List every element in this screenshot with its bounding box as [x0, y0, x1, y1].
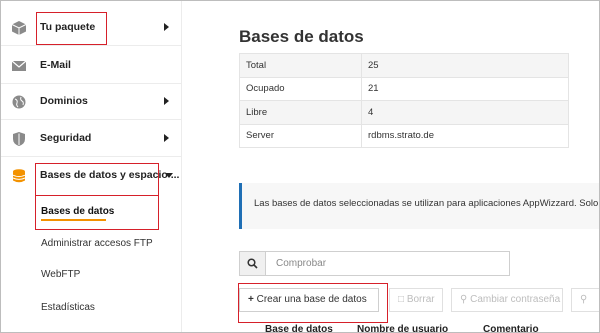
- envelope-icon: [11, 58, 27, 74]
- sidebar-item-domains[interactable]: Dominios: [1, 84, 182, 120]
- subnav-webftp[interactable]: WebFTP: [41, 269, 80, 280]
- table-row: Total 25: [239, 53, 569, 78]
- change-password-label: Cambiar contraseña: [470, 294, 561, 305]
- chevron-right-icon: [164, 134, 169, 142]
- column-header-database[interactable]: Base de datos: [265, 324, 333, 332]
- row-key: Ocupado: [239, 76, 362, 101]
- search-icon: ⚲: [580, 294, 588, 305]
- chevron-right-icon: [164, 23, 169, 31]
- info-notice: Las bases de datos seleccionadas se util…: [239, 183, 599, 229]
- globe-icon: [11, 94, 27, 110]
- trash-icon: □: [398, 294, 405, 305]
- delete-button[interactable]: □ Borrar: [389, 288, 443, 312]
- search-placeholder: Comprobar: [276, 258, 327, 269]
- column-header-username[interactable]: Nombre de usuario: [357, 324, 448, 332]
- search-icon[interactable]: [240, 252, 266, 275]
- table-row: Ocupado 21: [239, 76, 569, 101]
- sidebar-item-label: Dominios: [40, 95, 88, 107]
- row-key: Server: [239, 123, 362, 148]
- sidebar-item-security[interactable]: Seguridad: [1, 121, 182, 157]
- highlight-box: [35, 195, 159, 230]
- row-value: rdbms.strato.de: [361, 123, 569, 148]
- highlight-box: [36, 12, 107, 45]
- package-icon: [11, 20, 27, 36]
- subnav-statistics[interactable]: Estadísticas: [41, 302, 95, 313]
- row-value: 21: [361, 76, 569, 101]
- sidebar: Tu paquete E-Mail Dominios Seguridad Bas…: [1, 1, 182, 332]
- search-field[interactable]: Comprobar: [239, 251, 510, 276]
- more-button[interactable]: ⚲: [571, 288, 599, 312]
- page-title: Bases de datos: [239, 27, 364, 46]
- change-password-button[interactable]: ⚲ Cambiar contraseña: [451, 288, 563, 312]
- sidebar-item-label: E-Mail: [40, 59, 71, 71]
- main-content: Bases de datos Total 25 Ocupado 21 Libre 4 …: [183, 1, 599, 332]
- column-header-comment[interactable]: Comentario: [483, 324, 539, 332]
- row-value: 25: [361, 53, 569, 78]
- database-icon: [11, 168, 27, 184]
- highlight-box: [238, 283, 388, 323]
- quota-table: Total 25 Ocupado 21 Libre 4 Server rdbms.str…: [239, 53, 569, 148]
- key-icon: ⚲: [460, 294, 468, 305]
- table-row: Libre 4: [239, 100, 569, 125]
- row-key: Total: [239, 53, 362, 78]
- shield-icon: [11, 131, 27, 147]
- row-key: Libre: [239, 100, 362, 125]
- subnav-ftp-access[interactable]: Administrar accesos FTP: [41, 238, 153, 249]
- sidebar-item-email[interactable]: E-Mail: [1, 48, 182, 84]
- sidebar-item-label: Seguridad: [40, 132, 92, 144]
- delete-label: Borrar: [406, 294, 435, 305]
- row-value: 4: [361, 100, 569, 125]
- table-row: Server rdbms.strato.de: [239, 123, 569, 148]
- highlight-box: [35, 163, 159, 196]
- chevron-down-icon: [165, 173, 173, 178]
- chevron-right-icon: [164, 97, 169, 105]
